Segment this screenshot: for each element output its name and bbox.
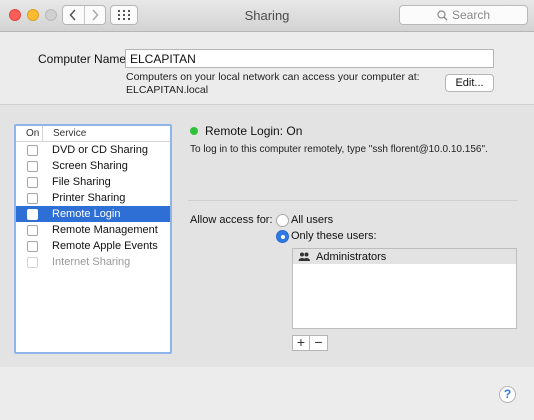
- all-users-radio[interactable]: [276, 214, 289, 227]
- service-status: Remote Login: On: [205, 124, 303, 138]
- remove-user-button[interactable]: −: [310, 335, 328, 351]
- all-users-label[interactable]: All users: [291, 214, 333, 226]
- service-rows: DVD or CD Sharing Screen Sharing File Shar…: [16, 142, 170, 270]
- header-on: On: [26, 128, 40, 139]
- service-checkbox[interactable]: [27, 176, 38, 188]
- service-row[interactable]: Remote Login: [16, 206, 170, 222]
- service-list-header: On Service: [16, 126, 170, 142]
- allowed-users-list[interactable]: Administrators: [292, 248, 517, 329]
- add-user-button[interactable]: +: [292, 335, 310, 351]
- service-row[interactable]: Screen Sharing: [16, 158, 170, 174]
- group-icon: [298, 252, 310, 261]
- service-checkbox[interactable]: [27, 256, 38, 268]
- service-checkbox[interactable]: [27, 192, 38, 204]
- service-label: Internet Sharing: [52, 256, 131, 268]
- user-label: Administrators: [316, 250, 387, 263]
- computer-name-description: Computers on your local network can acce…: [126, 71, 420, 97]
- service-checkbox[interactable]: [27, 144, 38, 156]
- service-label: Remote Apple Events: [52, 240, 158, 252]
- computer-name-section: Computer Name: Computers on your local n…: [0, 32, 534, 104]
- help-button[interactable]: ?: [499, 386, 516, 403]
- search-placeholder: Search: [451, 8, 491, 22]
- service-label: Printer Sharing: [52, 192, 126, 204]
- sharing-window: Sharing Search Computer Name: Computers …: [0, 0, 534, 420]
- service-row[interactable]: Remote Management: [16, 222, 170, 238]
- service-row[interactable]: Internet Sharing: [16, 254, 170, 270]
- service-label: DVD or CD Sharing: [52, 144, 148, 156]
- computer-name-label: Computer Name:: [38, 52, 130, 66]
- service-label: Remote Management: [52, 224, 158, 236]
- service-checkbox[interactable]: [27, 240, 38, 252]
- service-list[interactable]: On Service DVD or CD Sharing Screen Shari…: [14, 124, 172, 354]
- computer-name-input[interactable]: [125, 49, 494, 68]
- service-label: Screen Sharing: [52, 160, 128, 172]
- header-service: Service: [42, 126, 86, 141]
- search-field[interactable]: Search: [399, 5, 528, 25]
- detail-separator: [188, 200, 518, 201]
- checkmark-icon: [28, 210, 37, 218]
- status-indicator-icon: [190, 127, 198, 135]
- service-checkbox[interactable]: [27, 224, 38, 236]
- allow-access-label: Allow access for:: [190, 214, 273, 226]
- local-hostname: ELCAPITAN.local: [126, 84, 209, 96]
- list-item[interactable]: Administrators: [293, 249, 516, 264]
- title-bar: Sharing Search: [0, 0, 534, 32]
- edit-button[interactable]: Edit...: [445, 74, 494, 92]
- search-icon: [437, 9, 448, 20]
- service-row[interactable]: DVD or CD Sharing: [16, 142, 170, 158]
- service-row[interactable]: Printer Sharing: [16, 190, 170, 206]
- service-row[interactable]: File Sharing: [16, 174, 170, 190]
- service-label: File Sharing: [52, 176, 111, 188]
- description-line-1: Computers on your local network can acce…: [126, 71, 420, 83]
- service-checkbox[interactable]: [27, 208, 38, 220]
- only-these-users-label[interactable]: Only these users:: [291, 230, 377, 242]
- service-label: Remote Login: [52, 208, 121, 220]
- service-row[interactable]: Remote Apple Events: [16, 238, 170, 254]
- only-these-users-radio[interactable]: [276, 230, 289, 243]
- service-checkbox[interactable]: [27, 160, 38, 172]
- ssh-instructions: To log in to this computer remotely, typ…: [190, 144, 488, 155]
